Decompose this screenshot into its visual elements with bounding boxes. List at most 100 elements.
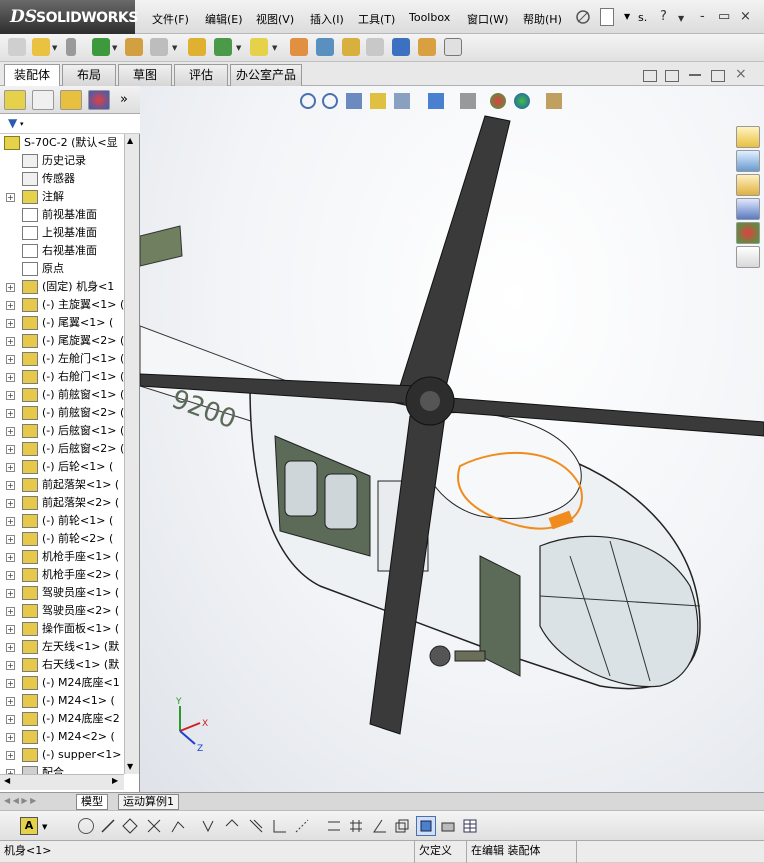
mate-icon[interactable] xyxy=(66,38,76,56)
expand-icon[interactable]: + xyxy=(6,715,15,724)
expand-icon[interactable]: + xyxy=(6,445,15,454)
annotation-icon[interactable]: A xyxy=(20,817,38,835)
corner-icon[interactable] xyxy=(272,818,288,834)
tree-item[interactable]: 传感器 xyxy=(0,170,124,188)
help-dropdown-icon[interactable]: ▼ xyxy=(678,14,684,23)
convert-icon[interactable] xyxy=(224,818,240,834)
close-icon[interactable]: × xyxy=(735,66,747,82)
custom-properties-icon[interactable] xyxy=(736,246,760,268)
expand-icon[interactable]: + xyxy=(6,679,15,688)
scroll-right-icon[interactable]: ▶ xyxy=(112,776,118,785)
menu-file[interactable]: 文件(F) xyxy=(152,11,189,27)
tree-item[interactable]: 右视基准面 xyxy=(0,242,124,260)
tree-item[interactable]: + (-) 左舱门<1> ( xyxy=(0,350,124,368)
menu-tools[interactable]: 工具(T) xyxy=(358,11,395,27)
tree-item[interactable]: + 右天线<1> (默 xyxy=(0,656,124,674)
restore-button[interactable]: ▭ xyxy=(718,9,730,24)
chevron-down-icon[interactable]: ▼ xyxy=(172,44,177,52)
linear-pattern-icon[interactable] xyxy=(92,38,110,56)
filter-icon[interactable]: ▼ xyxy=(8,116,17,130)
instant3d-icon[interactable] xyxy=(444,38,462,56)
tree-item[interactable]: + (-) 后舷窗<1> ( xyxy=(0,422,124,440)
menu-view[interactable]: 视图(V) xyxy=(256,11,294,27)
split-view-icon[interactable] xyxy=(665,70,679,82)
tree-item[interactable]: + 操作面板<1> ( xyxy=(0,620,124,638)
tree-item[interactable]: + 机枪手座<2> ( xyxy=(0,566,124,584)
tree-item[interactable]: + (-) 前舷窗<2> ( xyxy=(0,404,124,422)
expand-icon[interactable]: + xyxy=(6,733,15,742)
tree-item[interactable]: + (-) 前舷窗<1> ( xyxy=(0,386,124,404)
configuration-manager-tab-icon[interactable] xyxy=(60,90,82,110)
tree-item[interactable]: + (-) 尾翼<1> ( xyxy=(0,314,124,332)
tree-vertical-scrollbar[interactable]: ▲ ▼ xyxy=(124,134,139,774)
display-style-icon[interactable] xyxy=(428,93,444,109)
tree-item[interactable]: + (-) supper<1> xyxy=(0,746,124,764)
new-document-icon[interactable] xyxy=(600,8,614,26)
expand-icon[interactable]: + xyxy=(6,373,15,382)
pin-icon[interactable] xyxy=(574,8,592,26)
file-explorer-icon[interactable] xyxy=(736,174,760,196)
expand-icon[interactable]: + xyxy=(6,697,15,706)
expand-icon[interactable]: + xyxy=(6,751,15,760)
tree-item[interactable]: + (-) M24底座<1 xyxy=(0,674,124,692)
expand-icon[interactable]: + xyxy=(6,643,15,652)
offset-icon[interactable] xyxy=(170,818,186,834)
expand-icon[interactable]: + xyxy=(6,607,15,616)
expand-icon[interactable]: + xyxy=(6,409,15,418)
edit-appearance-icon[interactable] xyxy=(490,93,506,109)
view-settings-icon[interactable] xyxy=(546,93,562,109)
tree-item[interactable]: + (-) 后舷窗<2> ( xyxy=(0,440,124,458)
split-view-icon[interactable] xyxy=(643,70,657,82)
expand-icon[interactable]: + xyxy=(6,571,15,580)
tab-model[interactable]: 模型 xyxy=(76,794,108,810)
move-component-icon[interactable] xyxy=(150,38,168,56)
property-manager-tab-icon[interactable] xyxy=(32,90,54,110)
camera-icon[interactable] xyxy=(440,818,456,834)
bill-of-materials-icon[interactable] xyxy=(316,38,334,56)
new-motion-study-icon[interactable] xyxy=(290,38,308,56)
tab-motion-study[interactable]: 运动算例1 xyxy=(118,794,179,810)
expand-icon[interactable]: + xyxy=(6,589,15,598)
hide-show-items-icon[interactable] xyxy=(460,93,476,109)
interference-detection-icon[interactable] xyxy=(392,38,410,56)
restore-icon[interactable] xyxy=(711,70,725,82)
mirror-icon[interactable] xyxy=(200,818,216,834)
tree-item[interactable]: + (-) 前轮<2> ( xyxy=(0,530,124,548)
help-icon[interactable]: ? xyxy=(660,9,667,24)
chevron-down-icon[interactable]: ▼ xyxy=(236,44,241,52)
tree-item[interactable]: 前视基准面 xyxy=(0,206,124,224)
appearances-icon[interactable] xyxy=(736,222,760,244)
tree-item[interactable]: + (-) 前轮<1> ( xyxy=(0,512,124,530)
shaded-view-icon[interactable] xyxy=(416,816,436,836)
tab-nav-arrows[interactable]: ◀ ◀ ▶ ▶ xyxy=(4,796,36,805)
trim-icon[interactable] xyxy=(146,818,162,834)
edit-component-icon[interactable] xyxy=(8,38,26,56)
menu-help[interactable]: 帮助(H) xyxy=(523,11,562,27)
expand-icon[interactable]: + xyxy=(6,517,15,526)
tree-root[interactable]: S-70C-2 (默认<显 xyxy=(0,134,124,152)
expand-icon[interactable]: + xyxy=(6,463,15,472)
explode-line-icon[interactable] xyxy=(366,38,384,56)
view-palette-icon[interactable] xyxy=(736,198,760,220)
expand-icon[interactable]: + xyxy=(6,355,15,364)
expand-icon[interactable]: + xyxy=(6,193,15,202)
tab-evaluate[interactable]: 评估 xyxy=(174,64,228,86)
design-library-icon[interactable] xyxy=(736,150,760,172)
tree-filter[interactable]: ▼ ▾ xyxy=(0,114,140,134)
minimize-icon[interactable] xyxy=(689,74,701,76)
minimize-button[interactable]: - xyxy=(700,9,705,24)
tree-item[interactable]: + (-) 后轮<1> ( xyxy=(0,458,124,476)
chevron-down-icon[interactable]: ▼ xyxy=(42,823,47,831)
show-hidden-icon[interactable] xyxy=(188,38,206,56)
exploded-view-icon[interactable] xyxy=(342,38,360,56)
tree-item[interactable]: + 前起落架<2> ( xyxy=(0,494,124,512)
smart-fasteners-icon[interactable] xyxy=(125,38,143,56)
tree-horizontal-scrollbar[interactable]: ◀ ▶ xyxy=(0,774,124,790)
smart-dimension-icon[interactable] xyxy=(326,818,342,834)
tree-item[interactable]: + 机枪手座<1> ( xyxy=(0,548,124,566)
clearance-verification-icon[interactable] xyxy=(418,38,436,56)
polygon-icon[interactable] xyxy=(122,818,138,834)
tree-item[interactable]: + 注解 xyxy=(0,188,124,206)
expand-icon[interactable]: + xyxy=(6,625,15,634)
tree-item[interactable]: + (-) M24<1> ( xyxy=(0,692,124,710)
